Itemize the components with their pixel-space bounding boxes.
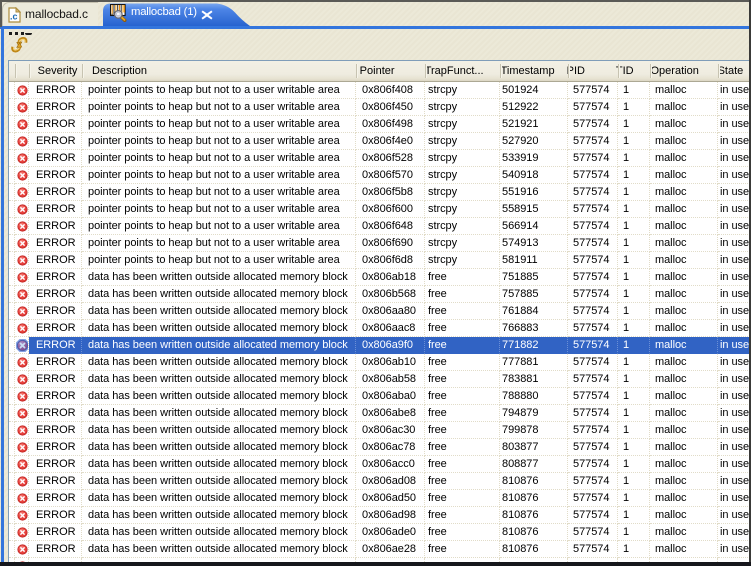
svg-text:.c: .c — [10, 12, 18, 22]
